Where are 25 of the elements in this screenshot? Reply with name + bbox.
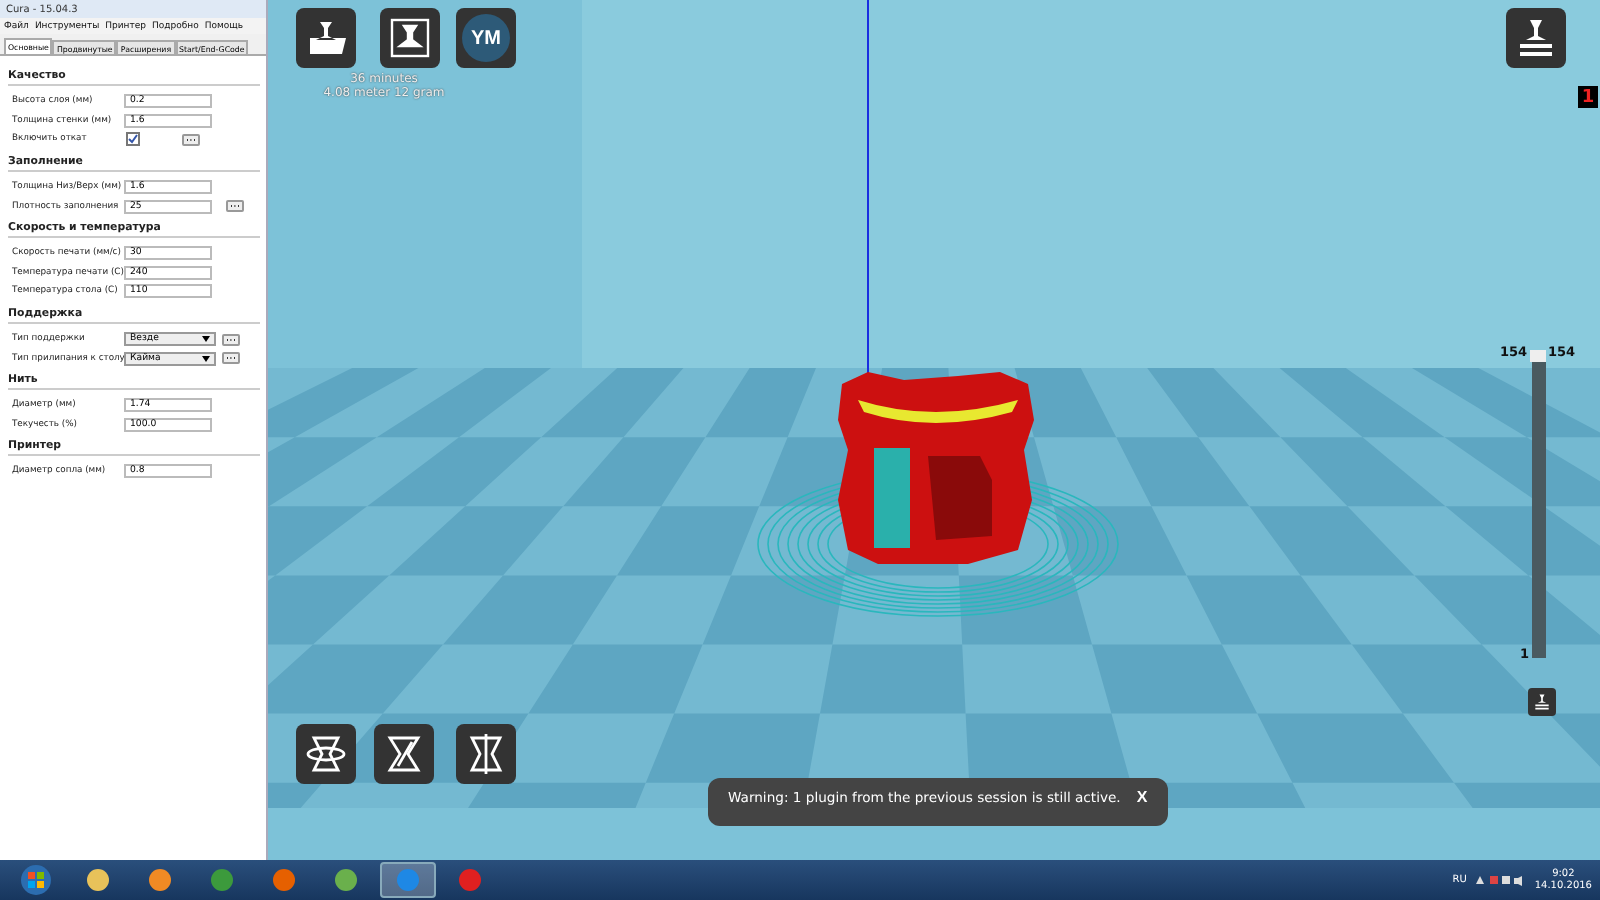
settings-button[interactable] [226,200,244,213]
ellipsis-icon [230,204,240,209]
layers-icon [1532,692,1552,712]
rotate-button[interactable] [296,724,356,784]
checkbox[interactable] [126,132,140,147]
settings-button[interactable] [182,133,200,146]
caret-icon [202,355,210,362]
close-button[interactable]: X [1136,790,1148,806]
windows-logo-icon [20,864,52,896]
view-mode-button[interactable] [1506,8,1566,68]
tray-icons [1476,874,1525,886]
layer-view-button[interactable] [1528,688,1556,716]
load-button[interactable] [296,8,356,68]
ellipsis-icon [226,337,236,342]
settings-button[interactable] [222,352,240,365]
caret-icon [202,336,210,343]
save-button[interactable] [380,8,440,68]
save-icon [386,14,434,62]
ellipsis-icon [186,137,196,142]
layer-badge: 1 [1578,86,1598,108]
settings-button[interactable] [222,333,240,346]
ym-button[interactable]: YM [456,8,516,68]
mirror-button[interactable] [456,724,516,784]
scale-button[interactable] [374,724,434,784]
ellipsis-icon [226,356,236,361]
